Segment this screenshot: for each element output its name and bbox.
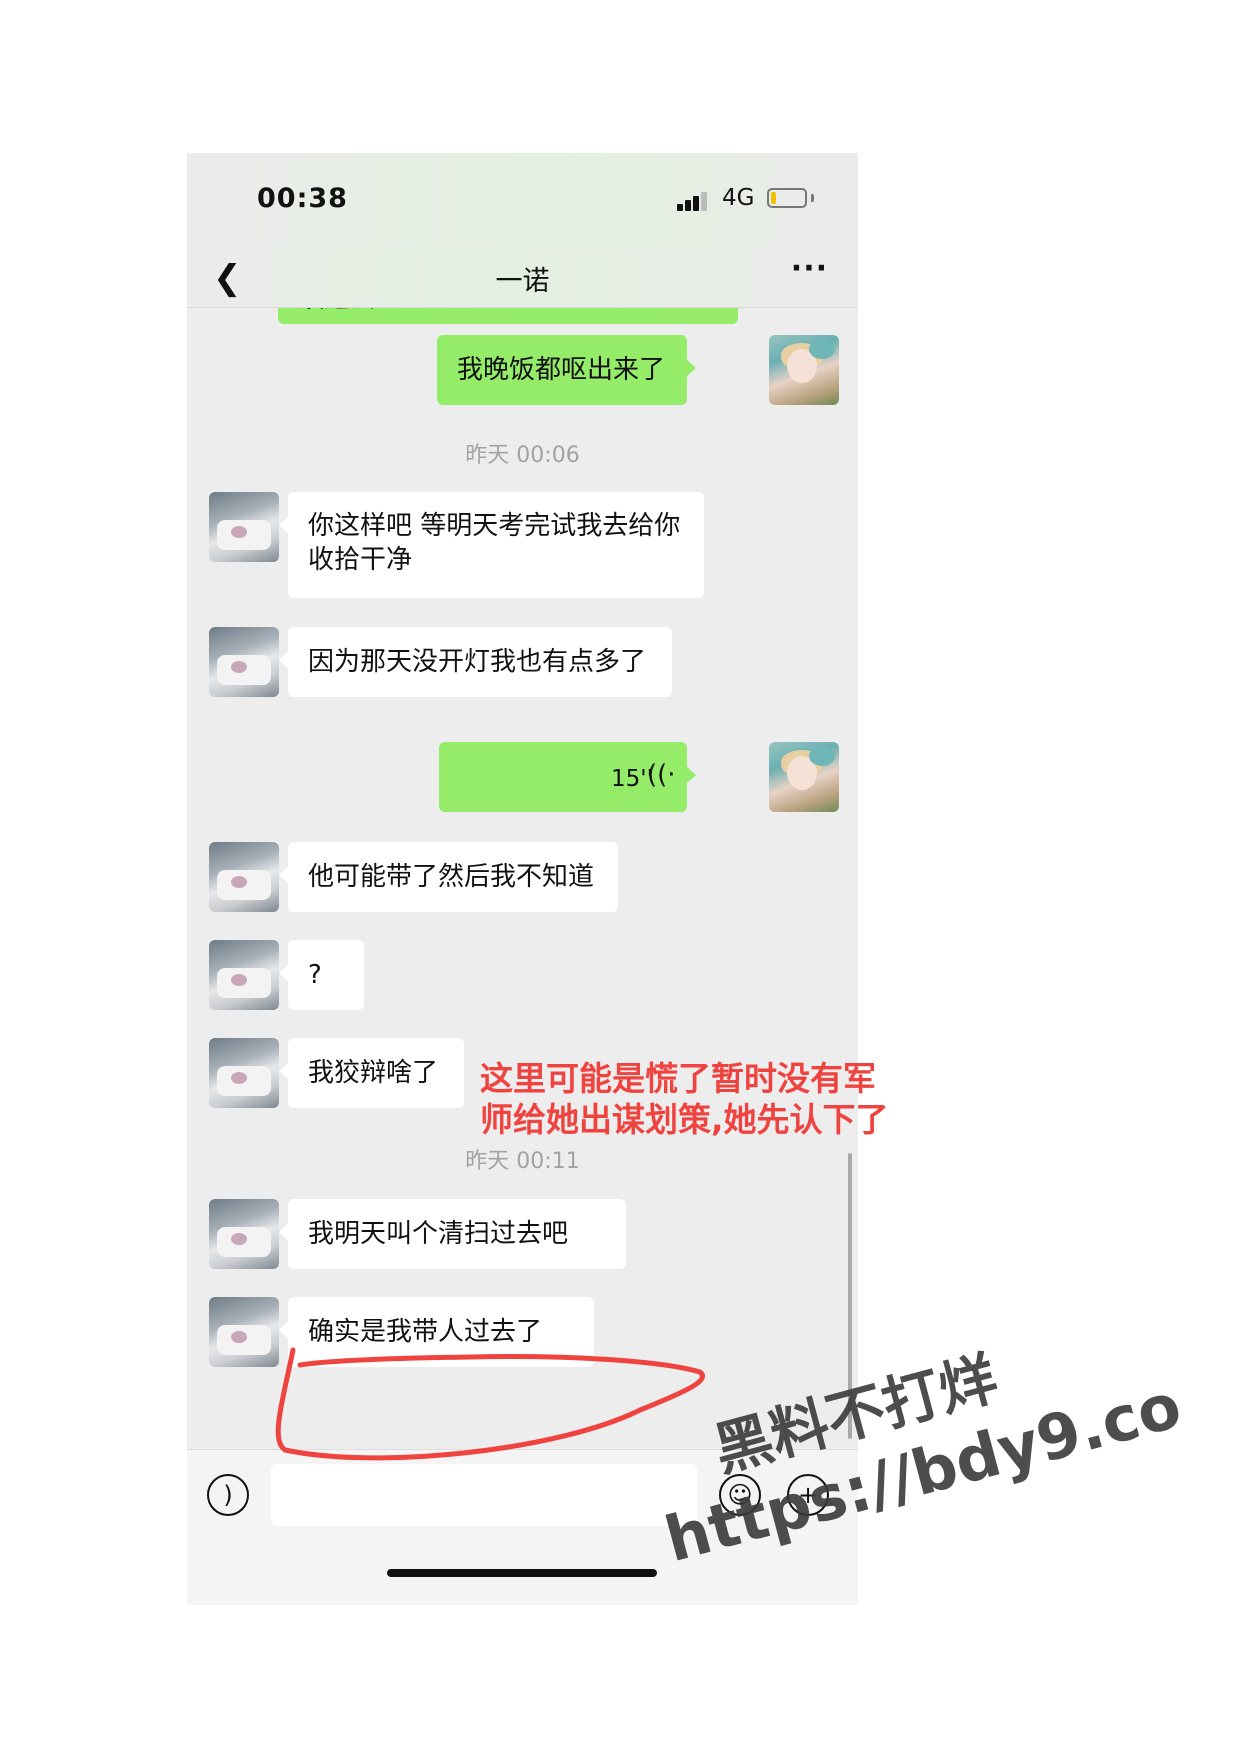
more-dots-icon[interactable]: ··· [791,251,828,286]
chat-header: ❮ 一诺 ··· [187,249,858,308]
chat-title: 一诺 [495,266,550,297]
